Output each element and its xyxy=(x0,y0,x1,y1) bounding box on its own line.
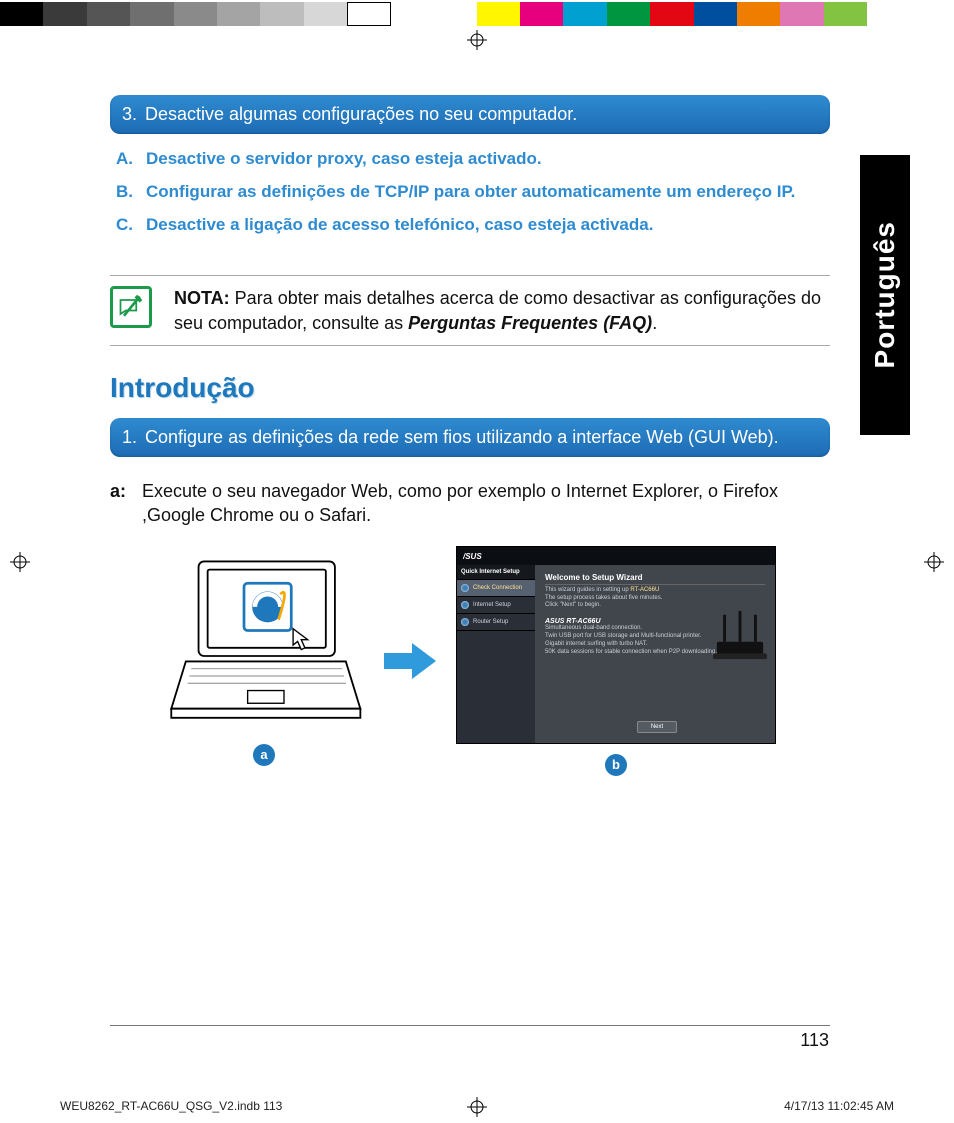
sub-step-c: C. Desactive a ligação de acesso telefón… xyxy=(116,214,824,237)
step-number: 3. xyxy=(122,103,137,126)
sidebar-item-router-setup: Router Setup xyxy=(457,614,535,631)
laptop-icon xyxy=(164,556,364,729)
illustration-row: a /SUS Quick Internet Setup Check Connec… xyxy=(110,546,830,776)
arrow-right-icon xyxy=(382,641,438,681)
print-slug-left: WEU8262_RT-AC66U_QSG_V2.indb 113 xyxy=(60,1099,282,1113)
language-tab-label: Português xyxy=(869,221,901,368)
step-number: 1. xyxy=(122,426,137,449)
step-text: Configure as definições da rede sem fios… xyxy=(145,426,818,449)
step-3-pill: 3. Desactive algumas configurações no se… xyxy=(110,95,830,134)
registration-mark-icon xyxy=(467,1097,487,1117)
note-text: NOTA: Para obter mais detalhes acerca de… xyxy=(174,286,830,335)
note-icon xyxy=(110,286,152,328)
svg-text:/SUS: /SUS xyxy=(463,552,482,561)
footer-rule xyxy=(110,1025,830,1026)
wizard-title: Welcome to Setup Wizard xyxy=(545,573,765,585)
wizard-topbar: /SUS xyxy=(457,547,775,565)
wizard-main: Welcome to Setup Wizard This wizard guid… xyxy=(535,565,775,743)
wizard-intro: This wizard guides in setting up RT-AC66… xyxy=(545,587,765,610)
wizard-sidebar: Quick Internet Setup Check Connection In… xyxy=(457,565,535,743)
registration-mark-icon xyxy=(924,552,944,572)
sidebar-item-internet-setup: Internet Setup xyxy=(457,597,535,614)
asus-logo-icon: /SUS xyxy=(463,551,493,561)
sidebar-item-check-connection: Check Connection xyxy=(457,580,535,597)
note-box: NOTA: Para obter mais detalhes acerca de… xyxy=(110,275,830,346)
registration-mark-icon xyxy=(467,30,487,50)
badge-a: a xyxy=(253,744,275,766)
router-icon xyxy=(711,609,769,663)
sidebar-heading: Quick Internet Setup xyxy=(457,565,535,580)
router-setup-wizard: /SUS Quick Internet Setup Check Connecti… xyxy=(456,546,776,744)
sub-step-b: B. Configurar as definições de TCP/IP pa… xyxy=(116,181,824,204)
sub-step-a: A. Desactive o servidor proxy, caso este… xyxy=(116,148,824,171)
badge-b: b xyxy=(605,754,627,776)
section-title: Introdução xyxy=(110,372,830,404)
instruction-a: a: Execute o seu navegador Web, como por… xyxy=(110,479,830,528)
registration-mark-icon xyxy=(10,552,30,572)
laptop-illustration: a xyxy=(164,556,364,766)
language-tab: Português xyxy=(860,155,910,435)
step-text: Desactive algumas configurações no seu c… xyxy=(145,103,818,126)
print-slug-right: 4/17/13 11:02:45 AM xyxy=(784,1099,894,1113)
page-number: 113 xyxy=(800,1030,829,1051)
printer-color-bar xyxy=(0,2,954,26)
step-1-pill: 1. Configure as definições da rede sem f… xyxy=(110,418,830,457)
setup-wizard-illustration: /SUS Quick Internet Setup Check Connecti… xyxy=(456,546,776,776)
wizard-next-button: Next xyxy=(637,721,677,733)
page-content: 3. Desactive algumas configurações no se… xyxy=(110,95,830,776)
sub-step-list: A. Desactive o servidor proxy, caso este… xyxy=(110,148,830,255)
